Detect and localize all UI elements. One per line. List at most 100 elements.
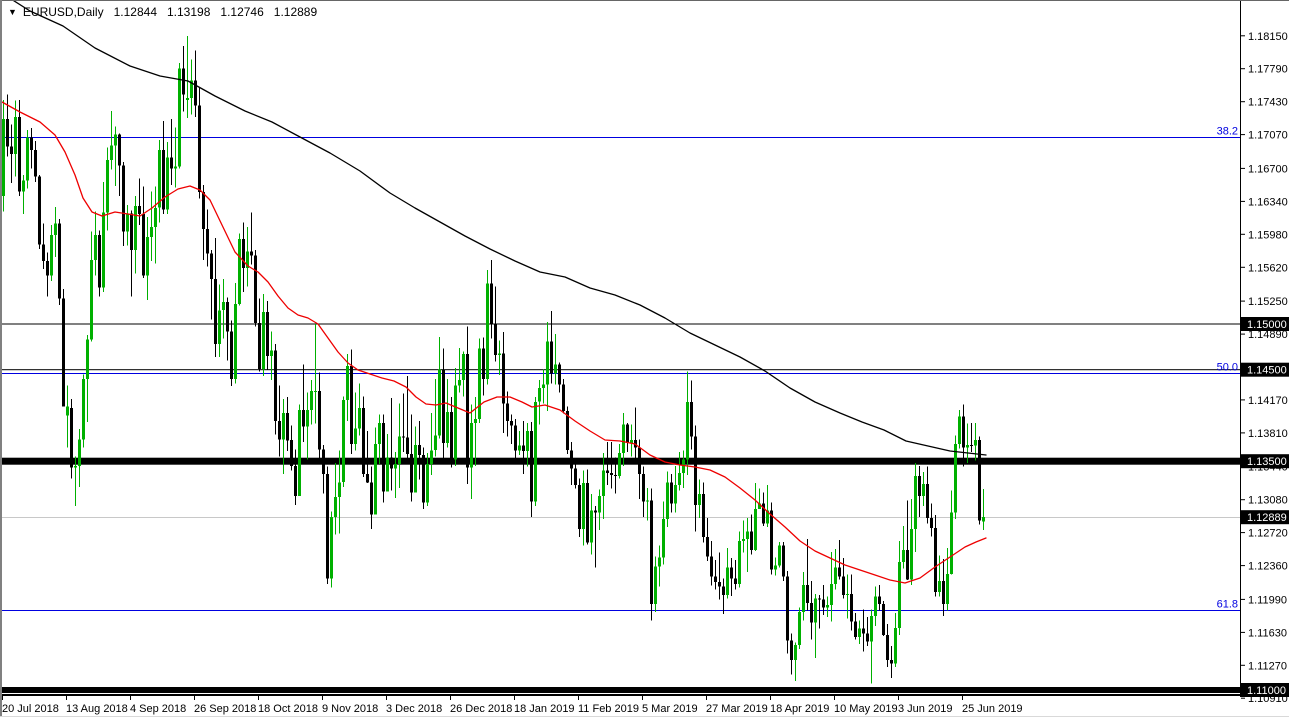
bull-candle-body — [946, 573, 949, 604]
bull-candle-body — [178, 68, 181, 167]
bear-candle-body — [782, 545, 785, 577]
bear-candle-body — [818, 598, 821, 600]
bear-candle-body — [786, 576, 789, 641]
x-axis-date-label[interactable]: 26 Sep 2018 — [194, 703, 256, 715]
bull-candle-body — [662, 518, 665, 558]
x-axis-date-label[interactable]: 5 Mar 2019 — [642, 703, 698, 715]
x-axis-date-label[interactable]: 18 Apr 2019 — [770, 703, 829, 715]
x-axis-date-label[interactable]: 18 Oct 2018 — [258, 703, 318, 715]
bear-candle-body — [202, 192, 205, 229]
bull-candle-body — [778, 545, 781, 566]
bull-candle-body — [534, 401, 537, 502]
bear-candle-body — [558, 364, 561, 385]
bull-candle-body — [554, 364, 557, 374]
bull-candle-body — [338, 482, 341, 497]
bull-candle-body — [894, 627, 897, 664]
window-bottom-border — [0, 716, 1289, 717]
bull-candle-body — [238, 238, 241, 304]
y-axis-label: 1.16700 — [1248, 163, 1288, 175]
bull-candle-body — [518, 445, 521, 451]
bull-candle-body — [546, 341, 549, 385]
bull-candle-body — [754, 508, 757, 550]
bear-candle-body — [506, 403, 509, 421]
x-axis-date-label[interactable]: 20 Jul 2018 — [2, 703, 59, 715]
x-axis-date-label[interactable]: 26 Dec 2018 — [450, 703, 512, 715]
bull-candle-body — [438, 369, 441, 436]
bull-candle-body — [674, 485, 677, 504]
symbol-period-label[interactable]: EURUSD,Daily — [23, 5, 104, 19]
bear-candle-body — [382, 422, 385, 492]
bear-candle-body — [970, 444, 973, 446]
y-axis-label: 1.16340 — [1248, 196, 1288, 208]
x-axis-date-label[interactable]: 13 Aug 2018 — [66, 703, 128, 715]
bear-candle-body — [750, 531, 753, 550]
bear-candle-body — [210, 253, 213, 280]
bear-candle-body — [626, 424, 629, 443]
bull-candle-body — [262, 312, 265, 369]
price-chart-canvas[interactable]: 38.2 50.0 61.8 1.18150 1.17790 1.17430 1.17070… — [0, 0, 1289, 723]
bear-candle-body — [770, 510, 773, 570]
bear-candle-body — [274, 350, 277, 421]
ohlc-low: 1.12746 — [220, 5, 264, 19]
x-axis-date-label[interactable]: 25 Jun 2019 — [962, 703, 1023, 715]
bear-candle-body — [182, 68, 185, 95]
bear-candle-body — [258, 323, 261, 369]
bull-candle-body — [454, 385, 457, 460]
x-axis-date-label[interactable]: 4 Sep 2018 — [130, 703, 186, 715]
bull-candle-body — [602, 470, 605, 496]
bull-candle-body — [698, 494, 701, 506]
bull-candle-body — [346, 366, 349, 400]
symbol-dropdown-icon[interactable]: ▼ — [8, 7, 17, 17]
bear-candle-body — [294, 465, 297, 496]
bull-candle-body — [426, 464, 429, 503]
bear-candle-body — [838, 567, 841, 577]
ohlc-open: 1.12844 — [113, 5, 157, 19]
bear-candle-body — [886, 635, 889, 660]
bear-candle-body — [610, 473, 613, 475]
bull-candle-body — [222, 302, 225, 311]
x-axis-date-label[interactable]: 9 Nov 2018 — [322, 703, 378, 715]
x-axis-date-label[interactable]: 3 Dec 2018 — [386, 703, 442, 715]
bull-candle-body — [738, 540, 741, 584]
bear-candle-body — [42, 244, 45, 261]
bear-candle-body — [606, 470, 609, 474]
bear-candle-body — [530, 431, 533, 502]
bull-candle-body — [298, 410, 301, 496]
bull-candle-body — [50, 235, 53, 276]
bull-candle-body — [430, 450, 433, 464]
horizontal-level-line[interactable] — [0, 687, 1240, 693]
bear-candle-body — [510, 421, 513, 426]
bull-candle-body — [110, 145, 113, 161]
bull-candle-body — [330, 517, 333, 579]
bull-candle-body — [618, 453, 621, 476]
bull-candle-body — [910, 529, 913, 580]
bull-candle-body — [582, 483, 585, 529]
bear-candle-body — [422, 454, 425, 503]
bull-candle-body — [982, 517, 985, 522]
bull-candle-body — [102, 212, 105, 288]
bear-candle-body — [594, 510, 597, 513]
x-axis-separator[interactable] — [0, 694, 1240, 696]
bear-candle-body — [650, 500, 653, 604]
x-axis-date-label[interactable]: 18 Jan 2019 — [514, 703, 575, 715]
bull-candle-body — [598, 496, 601, 513]
y-axis-label: 1.18150 — [1248, 31, 1288, 43]
bull-candle-body — [646, 500, 649, 502]
horizontal-level-line[interactable] — [0, 323, 1240, 325]
x-axis-date-label[interactable]: 11 Feb 2019 — [578, 703, 639, 715]
bear-candle-body — [710, 556, 713, 577]
bull-candle-body — [958, 416, 961, 444]
bear-candle-body — [266, 312, 269, 356]
bear-candle-body — [410, 453, 413, 493]
bull-candle-body — [174, 166, 177, 169]
x-axis-date-label[interactable]: 27 Mar 2019 — [706, 703, 768, 715]
horizontal-level-line[interactable] — [0, 369, 1240, 371]
bull-candle-body — [306, 410, 309, 427]
bull-candle-body — [386, 457, 389, 492]
bull-candle-body — [82, 378, 85, 440]
x-axis-date-label[interactable]: 3 Jun 2019 — [898, 703, 952, 715]
bull-candle-body — [666, 482, 669, 519]
x-axis-date-label[interactable]: 10 May 2019 — [834, 703, 898, 715]
bear-candle-body — [882, 604, 885, 636]
bull-candle-body — [462, 354, 465, 380]
